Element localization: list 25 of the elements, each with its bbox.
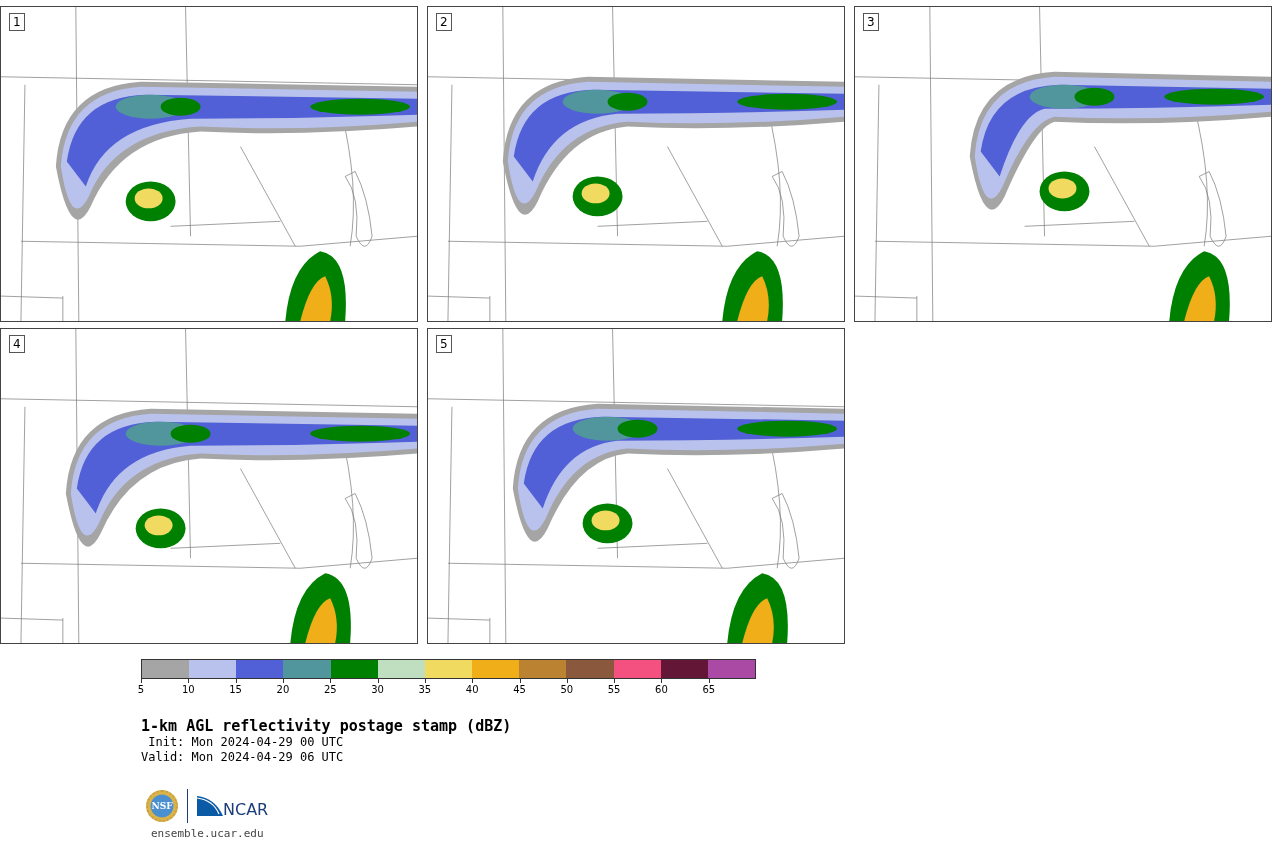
tick-label: 20: [276, 684, 290, 695]
tick-label: 45: [513, 684, 526, 695]
tick-label: 65: [702, 684, 716, 695]
site-url: ensemble.ucar.edu: [151, 827, 265, 840]
tick-label: 40: [465, 684, 479, 695]
panel-number-label: 1: [9, 13, 25, 31]
panel-number-label: 4: [9, 335, 25, 353]
init-time: Init: Mon 2024-04-29 00 UTC: [147, 735, 345, 750]
tick-label: 35: [418, 684, 432, 695]
nsf-logo: NSF: [146, 790, 178, 822]
tick-label: 55: [607, 684, 621, 695]
panel-number-label: 2: [436, 13, 452, 31]
swoosh-icon: [197, 796, 223, 816]
chart-title: 1-km AGL reflectivity postage stamp (dBZ): [141, 717, 513, 735]
tick-label: 5: [137, 684, 145, 695]
valid-time: Valid: Mon 2024-04-29 06 UTC: [141, 750, 345, 765]
panel-number-label: 3: [863, 13, 879, 31]
tick-label: 15: [229, 684, 242, 695]
ncar-logo: NCAR: [223, 799, 269, 819]
tick-label: 10: [181, 684, 195, 695]
tick-label: 30: [371, 684, 384, 695]
tick-label: 50: [560, 684, 574, 695]
tick-label: 25: [323, 684, 337, 695]
tick-label: 60: [655, 684, 668, 695]
panel-number-label: 5: [436, 335, 452, 353]
